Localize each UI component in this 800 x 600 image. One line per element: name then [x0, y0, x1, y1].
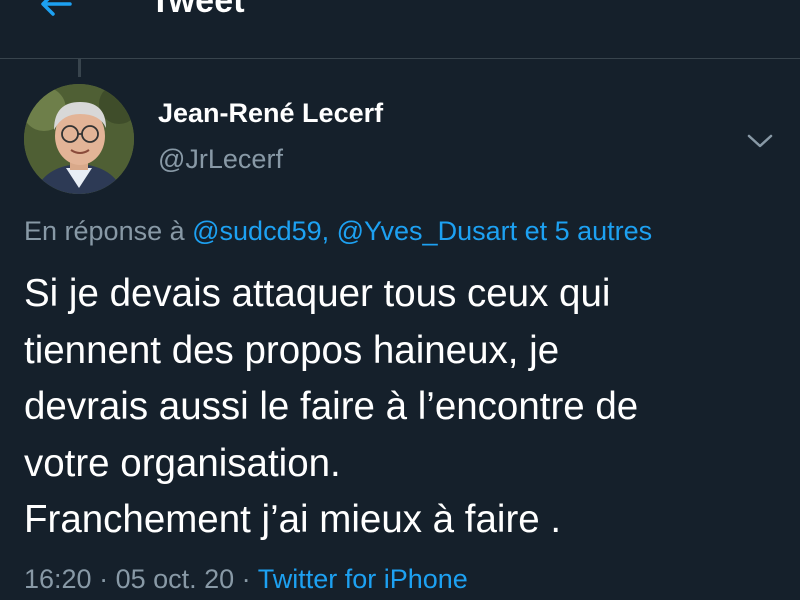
- tweet-date: 05 oct. 20: [115, 564, 235, 594]
- arrow-left-icon: [41, 0, 72, 16]
- meta-separator: ·: [234, 564, 258, 594]
- tweet-text: Si je devais attaquer tous ceux qui tien…: [24, 266, 784, 549]
- chevron-down-icon: [747, 134, 773, 148]
- page-title: Tweet: [150, 0, 245, 20]
- reply-mentions-link[interactable]: @sudcd59, @Yves_Dusart et 5 autres: [192, 216, 652, 246]
- tweet-metadata: 16:20 · 05 oct. 20 · Twitter for iPhone: [24, 564, 468, 595]
- thread-connector-line: [78, 59, 81, 77]
- more-options-button[interactable]: [740, 124, 780, 158]
- tweet-text-line: devrais aussi le faire à l’encontre de: [24, 385, 639, 428]
- tweet-text-line: Franchement j’ai mieux à faire .: [24, 498, 562, 541]
- reply-context: En réponse à @sudcd59, @Yves_Dusart et 5…: [24, 216, 652, 247]
- back-button[interactable]: [28, 0, 84, 24]
- tweet-detail-screen: Tweet Jean-René Lecerf @JrLecerf En répo…: [0, 0, 800, 600]
- tweet-time: 16:20: [24, 564, 92, 594]
- avatar[interactable]: [24, 84, 134, 194]
- meta-separator: ·: [91, 564, 116, 594]
- reply-prefix: En réponse à: [24, 216, 193, 246]
- tweet-text-line: votre organisation.: [24, 441, 341, 485]
- top-bar: Tweet: [0, 0, 800, 59]
- tweet-text-line: Si je devais attaquer tous ceux qui: [24, 272, 611, 315]
- tweet-text-line: tiennent des propos haineux, je: [24, 328, 560, 372]
- tweet-source-link[interactable]: Twitter for iPhone: [258, 564, 468, 594]
- avatar-photo: [24, 84, 134, 194]
- author-name[interactable]: Jean-René Lecerf: [158, 98, 383, 129]
- author-handle[interactable]: @JrLecerf: [158, 144, 283, 175]
